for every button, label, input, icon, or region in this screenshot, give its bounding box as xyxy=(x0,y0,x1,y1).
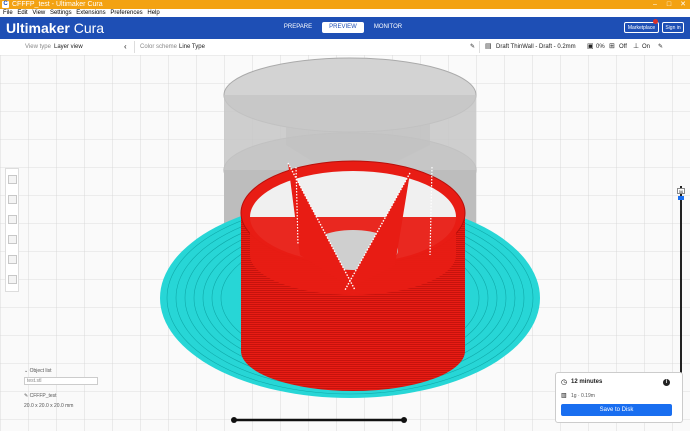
tool-palette xyxy=(5,168,19,292)
view-type-label: View type xyxy=(25,44,51,50)
view-type-dropdown[interactable]: Layer view xyxy=(54,39,83,55)
close-button[interactable]: ✕ xyxy=(676,0,690,9)
save-to-disk-button[interactable]: Save to Disk xyxy=(561,404,672,416)
support-value[interactable]: Off xyxy=(619,39,627,55)
object-dimensions: 20.0 x 20.0 x 20.0 mm xyxy=(24,403,74,409)
color-scheme-label: Color scheme xyxy=(140,44,178,50)
color-scheme-dropdown[interactable]: Line Type xyxy=(179,39,205,55)
layer-slider[interactable]: 56 xyxy=(677,186,685,396)
model-ghost-body xyxy=(224,95,476,170)
path-slider-handle-right[interactable] xyxy=(401,417,407,423)
tab-preview[interactable]: PREVIEW xyxy=(322,22,364,33)
menu-help[interactable]: Help xyxy=(147,10,159,16)
info-icon[interactable]: i xyxy=(663,379,670,386)
menu-bar: File Edit View Settings Extensions Prefe… xyxy=(0,9,690,17)
menu-file[interactable]: File xyxy=(3,10,13,16)
profile-icon: ▤ xyxy=(485,43,492,50)
scale-tool-icon[interactable] xyxy=(8,195,17,204)
chevron-left-icon[interactable]: ‹ xyxy=(124,39,127,55)
current-layer-label: 56 xyxy=(677,188,685,194)
menu-view[interactable]: View xyxy=(32,10,45,16)
notification-badge xyxy=(653,19,658,24)
cura-app-icon: C xyxy=(2,1,9,8)
material-usage: 1g · 0.19m xyxy=(571,393,595,399)
pencil-icon[interactable]: ✎ xyxy=(470,39,475,55)
mirror-tool-icon[interactable] xyxy=(8,235,17,244)
object-name: ✎ CFFFP_test xyxy=(24,393,57,399)
file-name-field[interactable]: test.stl xyxy=(24,377,98,385)
minimize-button[interactable]: – xyxy=(648,0,662,9)
print-time: 12 minutes xyxy=(571,379,603,385)
divider xyxy=(479,41,480,53)
adhesion-icon: ⊥ xyxy=(633,43,640,50)
window-title: CFFFP_test - Ultimaker Cura xyxy=(12,1,103,8)
tab-monitor[interactable]: MONITOR xyxy=(368,22,408,33)
rotate-tool-icon[interactable] xyxy=(8,215,17,224)
sign-in-button[interactable]: Sign in xyxy=(662,22,684,33)
printed-wall xyxy=(240,160,466,391)
menu-preferences[interactable]: Preferences xyxy=(110,10,142,16)
object-list-header[interactable]: ⌄ Object list xyxy=(24,368,52,374)
material-icon: ▥ xyxy=(561,393,567,399)
adhesion-value[interactable]: On xyxy=(642,39,650,55)
clock-icon: ◷ xyxy=(561,379,568,386)
path-slider-handle-left[interactable] xyxy=(231,417,237,423)
infill-icon: ▣ xyxy=(587,43,594,50)
pencil-icon[interactable]: ✎ xyxy=(658,39,663,55)
view-toolbar: View type Layer view ‹ Color scheme Line… xyxy=(21,39,687,56)
menu-settings[interactable]: Settings xyxy=(50,10,72,16)
menu-extensions[interactable]: Extensions xyxy=(76,10,105,16)
per-model-settings-icon[interactable] xyxy=(8,255,17,264)
maximize-button[interactable]: □ xyxy=(662,0,676,9)
infill-value[interactable]: 0% xyxy=(596,39,605,55)
object-list-panel: ⌄ Object list test.stl ✎ CFFFP_test 20.0… xyxy=(24,366,104,412)
layer-slider-handle[interactable] xyxy=(678,196,684,200)
print-info-panel: ◷ 12 minutes i ▥ 1g · 0.19m Save to Disk xyxy=(555,372,683,423)
divider xyxy=(134,41,135,53)
support-icon: ⊞ xyxy=(609,43,615,50)
app-header: Ultimaker Cura PREPARE PREVIEW MONITOR M… xyxy=(0,17,690,39)
tab-prepare[interactable]: PREPARE xyxy=(278,22,318,33)
ultimaker-cura-logo: Ultimaker Cura xyxy=(6,20,105,36)
move-tool-icon[interactable] xyxy=(8,175,17,184)
window-titlebar: C CFFFP_test - Ultimaker Cura – □ ✕ xyxy=(0,0,690,9)
menu-edit[interactable]: Edit xyxy=(17,10,27,16)
support-blocker-icon[interactable] xyxy=(8,275,17,284)
print-profile-selector[interactable]: Draft ThinWall - Draft - 0.2mm xyxy=(496,39,576,55)
